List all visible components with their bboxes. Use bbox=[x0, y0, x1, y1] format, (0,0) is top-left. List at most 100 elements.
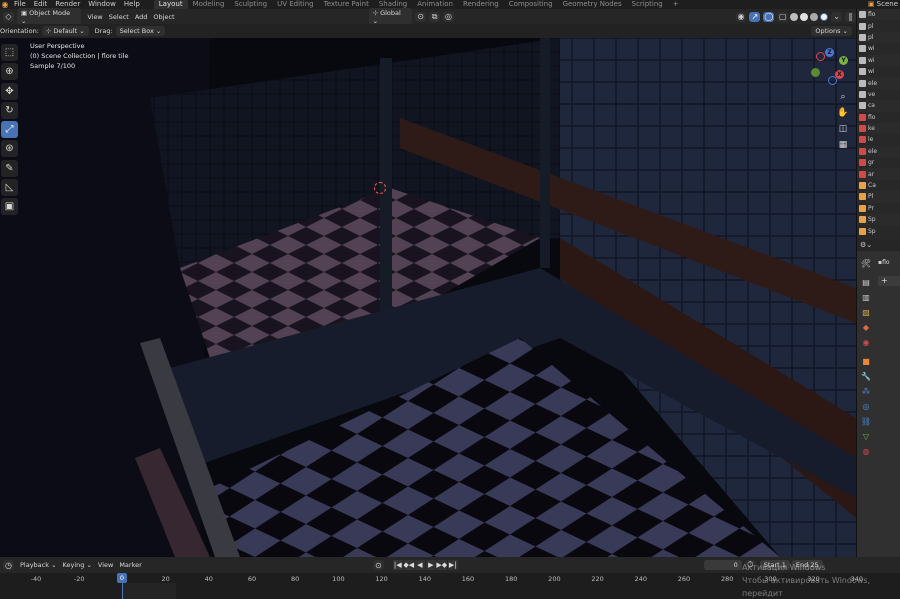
proportional-edit-icon[interactable]: ◎ bbox=[443, 11, 454, 22]
gizmo-toggle-icon[interactable]: ↗ bbox=[749, 11, 761, 22]
timeline-menu-view[interactable]: View bbox=[98, 561, 113, 569]
outliner-row[interactable]: flo bbox=[857, 112, 900, 123]
outliner-row[interactable]: wi bbox=[857, 43, 900, 54]
navigation-gizmo[interactable]: Z Y X bbox=[810, 46, 850, 86]
current-frame-field[interactable]: 0 bbox=[703, 560, 742, 570]
add-cube-tool-icon[interactable]: ▣ bbox=[1, 198, 18, 215]
cursor-tool-icon[interactable]: ⊕ bbox=[1, 63, 18, 80]
visibility-icon[interactable]: ◉ bbox=[735, 11, 747, 22]
data-tab-icon[interactable]: ▽ bbox=[859, 430, 873, 443]
auto-keying-icon[interactable]: ⊙ bbox=[372, 560, 384, 570]
gizmo-neg-y-axis[interactable] bbox=[811, 68, 820, 77]
outliner-row[interactable]: ar bbox=[857, 168, 900, 180]
timeline-editor-icon[interactable]: ◷ bbox=[3, 560, 14, 570]
tab-layout[interactable]: Layout bbox=[153, 0, 188, 9]
outliner-row[interactable]: le bbox=[857, 134, 900, 145]
menu-object[interactable]: Object bbox=[153, 13, 174, 21]
tab-animation[interactable]: Animation bbox=[412, 0, 458, 9]
menu-help[interactable]: Help bbox=[120, 0, 144, 9]
outliner-row[interactable]: pl bbox=[857, 31, 900, 44]
orientation-setting-dropdown[interactable]: ⊹ Default ⌄ bbox=[41, 26, 89, 36]
scene-tab-icon[interactable]: ◆ bbox=[859, 321, 873, 334]
outliner-row[interactable]: ele bbox=[857, 145, 900, 158]
modifier-tab-icon[interactable]: 🔧 bbox=[859, 370, 873, 383]
outliner-row[interactable]: ke bbox=[857, 122, 900, 135]
outliner-row[interactable]: ca bbox=[857, 100, 900, 112]
menu-add[interactable]: Add bbox=[135, 13, 148, 21]
outliner-row[interactable]: Pr bbox=[857, 203, 900, 214]
menu-select[interactable]: Select bbox=[109, 13, 129, 21]
menu-window[interactable]: Window bbox=[84, 0, 120, 9]
scene-selector[interactable]: ▣ Scene bbox=[868, 0, 898, 9]
measure-tool-icon[interactable]: ◺ bbox=[1, 179, 18, 196]
physics-tab-icon[interactable]: ◎ bbox=[859, 400, 873, 413]
outliner-row[interactable]: Pl bbox=[857, 191, 900, 203]
outliner-row[interactable]: wi bbox=[857, 66, 900, 77]
camera-view-icon[interactable]: ◫ bbox=[836, 122, 850, 136]
tab-texture-paint[interactable]: Texture Paint bbox=[319, 0, 374, 9]
material-shading-icon[interactable] bbox=[810, 12, 819, 21]
blender-logo-icon[interactable]: ◉ bbox=[0, 0, 10, 9]
render-tab-icon[interactable]: ▤ bbox=[859, 276, 873, 289]
playhead[interactable]: 0 bbox=[117, 573, 127, 583]
perspective-toggle-icon[interactable]: ▦ bbox=[836, 138, 850, 152]
outliner-row[interactable]: Sp bbox=[857, 214, 900, 226]
options-dropdown[interactable]: Options ⌄ bbox=[811, 26, 852, 36]
mode-dropdown[interactable]: ▣ Object Mode ⌄ bbox=[16, 7, 82, 26]
transform-orientation-dropdown[interactable]: ⊹ Global ⌄ bbox=[368, 7, 413, 26]
outliner-row[interactable]: ve bbox=[857, 89, 900, 100]
play-icon[interactable]: ▶ bbox=[425, 560, 436, 570]
zoom-icon[interactable]: ⌕ bbox=[836, 90, 850, 104]
sidebar-toggle-icon[interactable]: ‖ bbox=[845, 11, 856, 22]
tab-rendering[interactable]: Rendering bbox=[458, 0, 504, 9]
shading-options-icon[interactable]: ⌄ bbox=[831, 11, 843, 22]
scale-tool-icon[interactable]: ⤢ bbox=[1, 121, 18, 138]
outliner-row[interactable]: Ca bbox=[857, 180, 900, 191]
outliner-row[interactable]: gr bbox=[857, 157, 900, 168]
rotate-tool-icon[interactable]: ↻ bbox=[1, 102, 18, 119]
timeline-menu-marker[interactable]: Marker bbox=[119, 561, 141, 569]
constraints-tab-icon[interactable]: ⛓ bbox=[859, 415, 873, 428]
tab-modeling[interactable]: Modeling bbox=[188, 0, 230, 9]
pivot-point-icon[interactable]: ⊙ bbox=[415, 11, 427, 22]
outliner-row[interactable]: flo bbox=[857, 9, 900, 21]
gizmo-neg-z-axis[interactable] bbox=[828, 76, 837, 85]
outliner-row[interactable]: Sp bbox=[857, 225, 900, 236]
tool-tab-icon[interactable]: 🛠 bbox=[859, 257, 873, 270]
move-tool-icon[interactable]: ✥ bbox=[1, 83, 18, 100]
prev-keyframe-icon[interactable]: ◆◀ bbox=[403, 560, 414, 570]
tab-scripting[interactable]: Scripting bbox=[627, 0, 668, 9]
gizmo-z-axis[interactable]: Z bbox=[825, 48, 834, 57]
tab-uv-editing[interactable]: UV Editing bbox=[272, 0, 319, 9]
tab-geometry-nodes[interactable]: Geometry Nodes bbox=[558, 0, 627, 9]
3d-viewport[interactable]: User Perspective (0) Scene Collection | … bbox=[0, 38, 856, 557]
add-workspace-button[interactable]: + bbox=[668, 0, 684, 9]
gizmo-neg-x-axis[interactable] bbox=[816, 52, 825, 61]
world-tab-icon[interactable]: ◉ bbox=[859, 336, 873, 349]
particles-tab-icon[interactable]: ⁂ bbox=[859, 385, 873, 398]
snap-icon[interactable]: ⧉ bbox=[429, 11, 441, 22]
3d-cursor-icon[interactable] bbox=[374, 182, 386, 194]
jump-end-icon[interactable]: ▶| bbox=[447, 560, 458, 570]
tab-sculpting[interactable]: Sculpting bbox=[229, 0, 272, 9]
xray-toggle-icon[interactable]: ▢ bbox=[777, 11, 789, 22]
gizmo-y-axis[interactable]: Y bbox=[839, 56, 848, 65]
pan-hand-icon[interactable]: ✋ bbox=[836, 106, 850, 120]
properties-editor-icon[interactable]: ⚙⌄ bbox=[860, 241, 872, 249]
timeline-menu-keying[interactable]: Keying ⌄ bbox=[63, 561, 92, 569]
outliner-row[interactable]: ele bbox=[857, 77, 900, 89]
wireframe-shading-icon[interactable] bbox=[790, 12, 799, 21]
editor-type-icon[interactable]: ◇ bbox=[3, 11, 14, 22]
object-name-field[interactable]: ▪ flo bbox=[878, 257, 900, 267]
annotate-tool-icon[interactable]: ✎ bbox=[1, 160, 18, 177]
output-tab-icon[interactable]: ▥ bbox=[859, 291, 873, 304]
drag-setting-dropdown[interactable]: Select Box ⌄ bbox=[115, 26, 166, 36]
menu-view[interactable]: View bbox=[87, 13, 102, 21]
solid-shading-icon[interactable] bbox=[800, 12, 809, 21]
outliner-row[interactable]: wi bbox=[857, 54, 900, 66]
material-tab-icon[interactable]: ◍ bbox=[859, 445, 873, 458]
jump-start-icon[interactable]: |◀ bbox=[392, 560, 403, 570]
overlays-toggle-icon[interactable]: ◯ bbox=[763, 11, 775, 22]
view-layer-tab-icon[interactable]: ▧ bbox=[859, 306, 873, 319]
timeline-menu-playback[interactable]: Playback ⌄ bbox=[20, 561, 57, 569]
